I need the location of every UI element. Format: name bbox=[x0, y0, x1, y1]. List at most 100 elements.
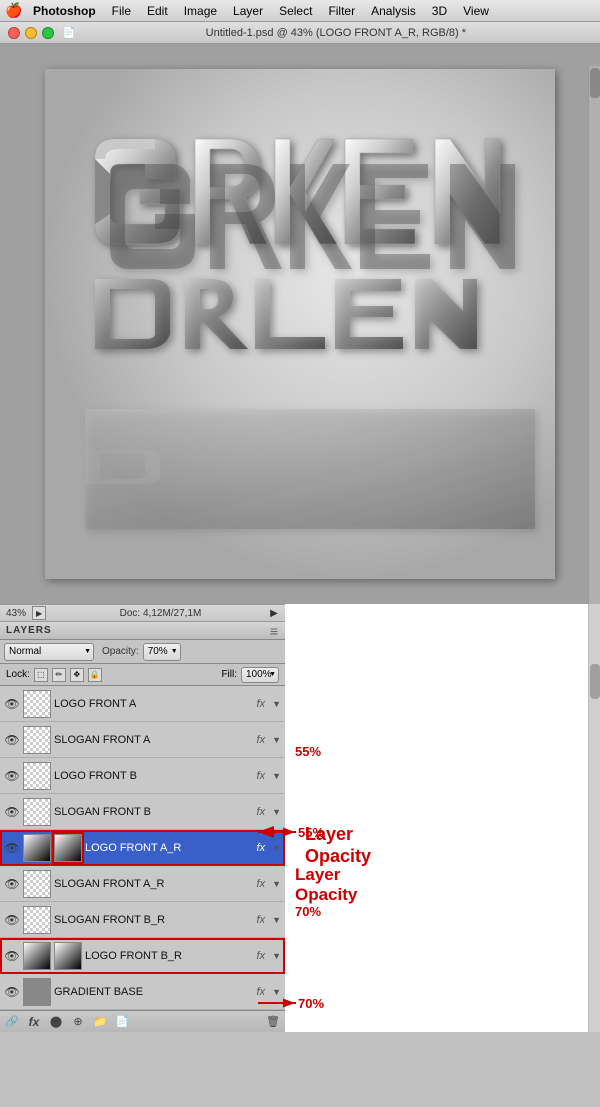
minimize-button[interactable] bbox=[25, 27, 37, 39]
menubar-layer[interactable]: Layer bbox=[226, 2, 270, 20]
menubar-analysis[interactable]: Analysis bbox=[364, 2, 423, 20]
maximize-button[interactable] bbox=[42, 27, 54, 39]
layer-visibility-icon[interactable]: 👁 bbox=[4, 732, 20, 748]
blend-mode-select[interactable]: Normal ▼ bbox=[4, 643, 94, 661]
layer-fx-expand-icon[interactable]: ▼ bbox=[272, 735, 281, 745]
layer-fx-label[interactable]: fx bbox=[257, 806, 266, 818]
layer-name-label: SLOGAN FRONT A bbox=[54, 734, 254, 746]
fill-value-text: 100% bbox=[246, 669, 272, 680]
fill-arrow-icon: ▼ bbox=[269, 671, 276, 678]
layer-fx-expand-icon[interactable]: ▼ bbox=[272, 843, 281, 853]
layer-row[interactable]: 👁 LOGO FRONT A_Rfx ▼ bbox=[0, 830, 285, 866]
layer-visibility-icon[interactable]: 👁 bbox=[4, 948, 20, 964]
layers-controls-row: Normal ▼ Opacity: 70% ▼ bbox=[0, 640, 285, 664]
layer-row[interactable]: 👁LOGO FRONT Afx▼ bbox=[0, 686, 285, 722]
layer-row[interactable]: 👁GRADIENT BASEfx▼ bbox=[0, 974, 285, 1010]
layer-thumbnail bbox=[23, 978, 51, 1006]
logo-artwork bbox=[45, 69, 555, 579]
new-adjustment-layer-icon[interactable]: ⊕ bbox=[70, 1014, 86, 1030]
layer-fx-label[interactable]: fx bbox=[257, 878, 266, 890]
menubar-3d[interactable]: 3D bbox=[425, 2, 454, 20]
right-panel-scroll-thumb[interactable] bbox=[590, 664, 600, 699]
layer-fx-expand-icon[interactable]: ▼ bbox=[272, 771, 281, 781]
new-layer-icon[interactable]: 📄 bbox=[114, 1014, 130, 1030]
layer-fx-label[interactable]: fx bbox=[257, 986, 266, 998]
canvas-document[interactable] bbox=[45, 69, 555, 579]
layer-name-label: SLOGAN FRONT B bbox=[54, 806, 254, 818]
right-panel-scrollbar[interactable] bbox=[588, 604, 600, 1032]
menubar-view[interactable]: View bbox=[456, 2, 496, 20]
opacity-arrow-icon: ▼ bbox=[171, 648, 178, 655]
layer-fx-expand-icon[interactable]: ▼ bbox=[272, 951, 281, 961]
menubar-select[interactable]: Select bbox=[272, 2, 319, 20]
apple-menu[interactable]: 🍎 bbox=[4, 0, 24, 22]
menubar-photoshop[interactable]: Photoshop bbox=[26, 2, 103, 20]
doc-icon: 📄 bbox=[62, 26, 76, 39]
layer-fx-label[interactable]: fx bbox=[257, 770, 266, 782]
layer-row[interactable]: 👁LOGO FRONT B_Rfx▼ bbox=[0, 938, 285, 974]
doc-info: Doc: 4,12M/27,1M bbox=[52, 608, 269, 619]
layers-list: 👁LOGO FRONT Afx▼👁SLOGAN FRONT Afx▼👁LOGO … bbox=[0, 686, 285, 1010]
layer-visibility-icon[interactable]: 👁 bbox=[4, 912, 20, 928]
add-layer-style-icon[interactable]: fx bbox=[26, 1014, 42, 1030]
layer-thumbnail bbox=[23, 834, 51, 862]
layer-fx-expand-icon[interactable]: ▼ bbox=[272, 699, 281, 709]
annotation-55-percent: 55% bbox=[295, 744, 321, 759]
new-group-icon[interactable]: 📁 bbox=[92, 1014, 108, 1030]
lock-pixels-icon[interactable]: ✏ bbox=[52, 668, 66, 682]
layer-visibility-icon[interactable]: 👁 bbox=[4, 768, 20, 784]
layer-row[interactable]: 👁 SLOGAN FRONT Bfx ▼ bbox=[0, 794, 285, 830]
annotation-layer-opacity: LayerOpacity bbox=[305, 824, 371, 867]
layers-panel-menu[interactable]: ≡ bbox=[270, 623, 279, 639]
canvas-content bbox=[45, 69, 555, 579]
layer-fx-expand-icon[interactable]: ▼ bbox=[272, 879, 281, 889]
lock-transparency-icon[interactable]: ⬚ bbox=[34, 668, 48, 682]
delete-layer-icon[interactable]: 🗑 bbox=[265, 1014, 281, 1030]
layer-visibility-icon[interactable]: 👁 bbox=[4, 984, 20, 1000]
canvas-scrollbar-vertical[interactable] bbox=[588, 66, 600, 604]
close-button[interactable] bbox=[8, 27, 20, 39]
statusbar-options-icon[interactable]: ▶ bbox=[32, 606, 46, 620]
add-mask-icon[interactable]: ⬤ bbox=[48, 1014, 64, 1030]
lock-row: Lock: ⬚ ✏ ✥ 🔒 Fill: 100% ▼ bbox=[0, 664, 285, 686]
layer-fx-label[interactable]: fx bbox=[257, 698, 266, 710]
zoom-level: 43% bbox=[6, 608, 26, 619]
layer-fx-label[interactable]: fx bbox=[257, 950, 266, 962]
menubar-filter[interactable]: Filter bbox=[321, 2, 362, 20]
lock-label: Lock: bbox=[6, 669, 30, 680]
layer-row[interactable]: 👁LOGO FRONT Bfx▼ bbox=[0, 758, 285, 794]
layer-visibility-icon[interactable]: 👁 bbox=[4, 804, 20, 820]
layer-row[interactable]: 👁SLOGAN FRONT A_Rfx▼ bbox=[0, 866, 285, 902]
layer-fx-expand-icon[interactable]: ▼ bbox=[272, 807, 281, 817]
annotation-70-label: 70% bbox=[295, 904, 321, 919]
layer-fx-label[interactable]: fx bbox=[257, 914, 266, 926]
layer-row[interactable]: 👁 SLOGAN FRONT Afx ▼ bbox=[0, 722, 285, 758]
annotation-layer-opacity-text: LayerOpacity bbox=[305, 824, 371, 867]
menubar-file[interactable]: File bbox=[105, 2, 138, 20]
lock-position-icon[interactable]: ✥ bbox=[70, 668, 84, 682]
layer-fx-expand-icon[interactable]: ▼ bbox=[272, 915, 281, 925]
statusbar-arrow-icon[interactable]: ▶ bbox=[269, 608, 279, 618]
bottom-section: 43% ▶ Doc: 4,12M/27,1M ▶ LAYERS ≡ Normal… bbox=[0, 604, 600, 1032]
link-layers-icon[interactable]: 🔗 bbox=[4, 1014, 20, 1030]
layer-visibility-icon[interactable]: 👁 bbox=[4, 840, 20, 856]
layer-fx-label[interactable]: fx bbox=[257, 842, 266, 854]
menubar-edit[interactable]: Edit bbox=[140, 2, 175, 20]
blend-mode-value: Normal bbox=[9, 646, 41, 657]
layer-fx-label[interactable]: fx bbox=[257, 734, 266, 746]
annotation-panel: 55% LayerOpacity 70% bbox=[285, 604, 600, 1032]
layer-row[interactable]: 👁SLOGAN FRONT B_Rfx▼ bbox=[0, 902, 285, 938]
fill-input[interactable]: 100% ▼ bbox=[241, 667, 279, 683]
layer-fx-expand-icon[interactable]: ▼ bbox=[272, 987, 281, 997]
layer-thumbnail bbox=[23, 870, 51, 898]
canvas-scrollbar-thumb[interactable] bbox=[590, 68, 600, 98]
app-container: 🍎 Photoshop File Edit Image Layer Select… bbox=[0, 0, 600, 1107]
lock-all-icon[interactable]: 🔒 bbox=[88, 668, 102, 682]
menubar-image[interactable]: Image bbox=[177, 2, 224, 20]
blend-mode-arrow-icon: ▼ bbox=[84, 648, 91, 655]
layer-visibility-icon[interactable]: 👁 bbox=[4, 696, 20, 712]
layers-section: 43% ▶ Doc: 4,12M/27,1M ▶ LAYERS ≡ Normal… bbox=[0, 604, 285, 1032]
layer-visibility-icon[interactable]: 👁 bbox=[4, 876, 20, 892]
opacity-input[interactable]: 70% ▼ bbox=[143, 643, 181, 661]
layer-name-label: LOGO FRONT A_R bbox=[85, 842, 254, 854]
